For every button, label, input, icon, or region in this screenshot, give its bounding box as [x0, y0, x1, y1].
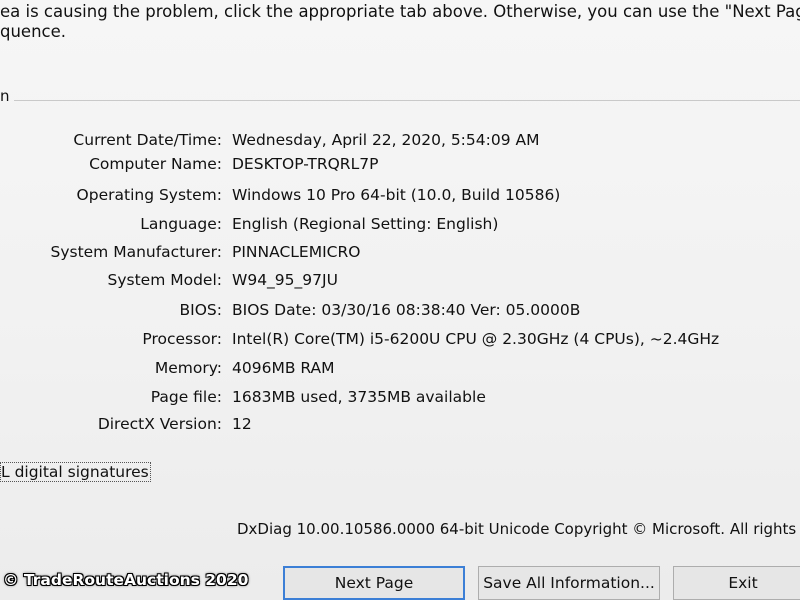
- checkbox-label: L digital signatures: [0, 462, 151, 482]
- info-label: Operating System:: [76, 186, 222, 204]
- info-row-processor: Processor: Intel(R) Core(TM) i5-6200U CP…: [0, 325, 800, 353]
- copyright-text: DxDiag 10.00.10586.0000 64-bit Unicode C…: [237, 520, 800, 538]
- save-all-information-button[interactable]: Save All Information...: [478, 566, 660, 600]
- info-row-computer-name: Computer Name: DESKTOP-TRQRL7P: [0, 150, 800, 178]
- info-value: W94_95_97JU: [232, 271, 338, 289]
- info-label: Language:: [140, 215, 222, 233]
- info-value: PINNACLEMICRO: [232, 243, 361, 261]
- intro-text: ea is causing the problem, click the app…: [0, 2, 800, 42]
- info-label: Memory:: [154, 359, 222, 377]
- info-label: DirectX Version:: [97, 415, 222, 433]
- check-digital-signatures-checkbox[interactable]: L digital signatures: [0, 460, 151, 484]
- info-row-system-model: System Model: W94_95_97JU: [0, 266, 800, 294]
- intro-line-2: quence.: [0, 22, 67, 41]
- group-box-border: [14, 100, 800, 101]
- info-row-language: Language: English (Regional Setting: Eng…: [0, 210, 800, 238]
- exit-button[interactable]: Exit: [673, 566, 800, 600]
- info-value: 4096MB RAM: [232, 359, 335, 377]
- info-value: English (Regional Setting: English): [232, 215, 499, 233]
- info-row-directx-version: DirectX Version: 12: [0, 410, 800, 438]
- info-value: BIOS Date: 03/30/16 08:38:40 Ver: 05.000…: [232, 301, 581, 319]
- watermark-text: © TradeRouteAuctions 2020: [3, 571, 249, 589]
- info-label: Page file:: [150, 388, 222, 406]
- info-row-operating-system: Operating System: Windows 10 Pro 64-bit …: [0, 181, 800, 209]
- info-row-page-file: Page file: 1683MB used, 3735MB available: [0, 383, 800, 411]
- info-value: 12: [232, 415, 252, 433]
- group-box-title: n: [0, 87, 10, 105]
- info-row-memory: Memory: 4096MB RAM: [0, 354, 800, 382]
- info-value: Windows 10 Pro 64-bit (10.0, Build 10586…: [232, 186, 561, 204]
- next-page-button[interactable]: Next Page: [283, 566, 465, 600]
- info-row-bios: BIOS: BIOS Date: 03/30/16 08:38:40 Ver: …: [0, 296, 800, 324]
- dxdiag-window: ea is causing the problem, click the app…: [0, 0, 800, 600]
- info-label: System Manufacturer:: [50, 243, 222, 261]
- info-label: Processor:: [142, 330, 222, 348]
- intro-line-1: ea is causing the problem, click the app…: [0, 2, 800, 21]
- info-value: Intel(R) Core(TM) i5-6200U CPU @ 2.30GHz…: [232, 330, 720, 348]
- info-row-system-manufacturer: System Manufacturer: PINNACLEMICRO: [0, 238, 800, 266]
- info-label: BIOS:: [179, 301, 222, 319]
- info-value: 1683MB used, 3735MB available: [232, 388, 486, 406]
- info-label: Computer Name:: [89, 155, 222, 173]
- info-label: System Model:: [107, 271, 223, 289]
- info-value: DESKTOP-TRQRL7P: [232, 155, 379, 173]
